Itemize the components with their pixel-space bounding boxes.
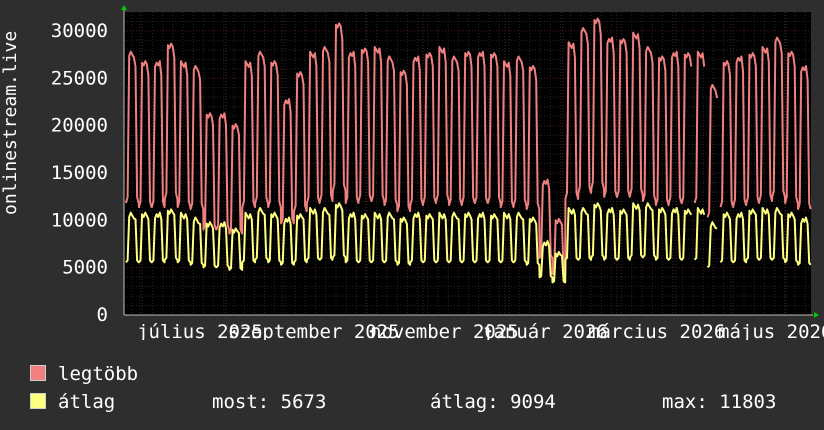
- legend-item-avg: átlag: [30, 391, 115, 413]
- y-tick-label: 0: [97, 304, 108, 326]
- y-axis-arrow: [121, 5, 127, 10]
- legend-label-max: legtöbb: [58, 363, 139, 385]
- stat-max: max: 11803: [662, 391, 777, 413]
- rrd-graph: 0 5000 10000 15000 20000 25000 30000 július 20…: [0, 0, 824, 430]
- legend-label-avg: átlag: [58, 391, 116, 413]
- y-tick-labels: 0 5000 10000 15000 20000 25000 30000: [51, 20, 108, 326]
- x-tick-label: május 2026: [718, 321, 824, 340]
- x-tick-labels: július 2025szeptember 2025november 2025j…: [137, 321, 824, 340]
- y-tick-label: 25000: [51, 67, 108, 89]
- x-tick-label: március 2026: [588, 321, 725, 340]
- legend-swatch-avg: [30, 393, 46, 409]
- y-tick-label: 15000: [51, 162, 108, 184]
- y-tick-label: 30000: [51, 20, 108, 42]
- x-axis-arrow: [814, 312, 819, 318]
- legend-swatch-max: [30, 365, 46, 381]
- y-tick-label: 5000: [62, 257, 108, 279]
- stat-average: átlag: 9094: [430, 391, 556, 413]
- y-tick-label: 20000: [51, 115, 108, 137]
- stat-now: most: 5673: [212, 391, 327, 413]
- chart: 0 5000 10000 15000 20000 25000 30000 július 20…: [51, 5, 824, 340]
- y-axis-label: onlinestream.live: [0, 30, 21, 215]
- legend-item-max: legtöbb: [30, 363, 138, 385]
- y-tick-label: 10000: [51, 209, 108, 231]
